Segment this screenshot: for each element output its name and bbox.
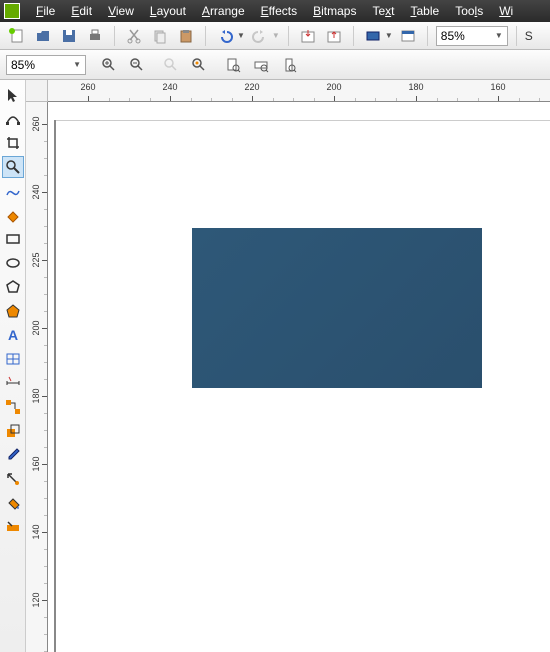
ruler-horizontal[interactable]: 260240220200180160140 xyxy=(48,80,550,102)
undo-button[interactable] xyxy=(214,25,236,47)
open-button[interactable] xyxy=(32,25,54,47)
interactive-fill-tool[interactable] xyxy=(2,516,24,538)
main-toolbar: ▼ ▼ ▼ 85% ▼ S xyxy=(0,22,550,50)
save-button[interactable] xyxy=(58,25,80,47)
zoom-level-combo[interactable]: 85% ▼ xyxy=(436,26,508,46)
connector-tool[interactable] xyxy=(2,396,24,418)
zoom-level-caret-icon-2: ▼ xyxy=(73,60,81,69)
zoom-level-combo-2[interactable]: 85% ▼ xyxy=(6,55,86,75)
zoom-page-button[interactable] xyxy=(222,54,244,76)
rectangle-tool[interactable] xyxy=(2,228,24,250)
crop-tool[interactable] xyxy=(2,132,24,154)
menu-wi[interactable]: Wi xyxy=(491,2,521,20)
zoom-out-button[interactable] xyxy=(126,54,148,76)
freehand-tool[interactable] xyxy=(2,180,24,202)
text-tool[interactable]: A xyxy=(2,324,24,346)
zoom-level-caret-icon: ▼ xyxy=(495,31,503,40)
cut-button[interactable] xyxy=(123,25,145,47)
paste-button[interactable] xyxy=(175,25,197,47)
property-bar: 85% ▼ xyxy=(0,50,550,80)
menu-bitmaps[interactable]: Bitmaps xyxy=(305,2,364,20)
rectangle-shape[interactable] xyxy=(192,228,482,388)
redo-button[interactable] xyxy=(249,25,271,47)
import-button[interactable] xyxy=(297,25,319,47)
zoom-tool[interactable] xyxy=(2,156,24,178)
app-logo-icon xyxy=(4,3,20,19)
menu-table[interactable]: Table xyxy=(403,2,448,20)
toolbar-extra-label: S xyxy=(525,29,533,43)
ruler-vertical[interactable]: 260240225200180160140120 xyxy=(26,102,48,652)
menu-layout[interactable]: Layout xyxy=(142,2,194,20)
zoom-selection-button[interactable] xyxy=(160,54,182,76)
effects-tool[interactable] xyxy=(2,420,24,442)
zoom-page-width-button[interactable] xyxy=(250,54,272,76)
menu-arrange[interactable]: Arrange xyxy=(194,2,253,20)
canvas[interactable] xyxy=(48,102,550,652)
menu-bar: FileEditViewLayoutArrangeEffectsBitmapsT… xyxy=(0,0,550,22)
menu-text[interactable]: Text xyxy=(364,2,402,20)
menu-view[interactable]: View xyxy=(100,2,142,20)
workspace: 260240220200180160140 260240225200180160… xyxy=(26,80,550,652)
menu-tools[interactable]: Tools xyxy=(447,2,491,20)
toolbox: A xyxy=(0,80,26,652)
shape-tool[interactable] xyxy=(2,108,24,130)
basic-shapes-tool[interactable] xyxy=(2,300,24,322)
smart-fill-tool[interactable] xyxy=(2,204,24,226)
zoom-level-value-2: 85% xyxy=(11,58,35,72)
table-tool[interactable] xyxy=(2,348,24,370)
export-button[interactable] xyxy=(323,25,345,47)
eyedropper-tool[interactable] xyxy=(2,444,24,466)
zoom-in-button[interactable] xyxy=(98,54,120,76)
ruler-corner xyxy=(26,80,48,102)
zoom-page-height-button[interactable] xyxy=(278,54,300,76)
undo-dropdown-icon[interactable]: ▼ xyxy=(237,31,245,40)
app-launcher-button[interactable] xyxy=(362,25,384,47)
print-button[interactable] xyxy=(84,25,106,47)
launcher-dropdown-icon[interactable]: ▼ xyxy=(385,31,393,40)
menu-effects[interactable]: Effects xyxy=(253,2,305,20)
outline-tool[interactable] xyxy=(2,468,24,490)
ellipse-tool[interactable] xyxy=(2,252,24,274)
menu-edit[interactable]: Edit xyxy=(63,2,100,20)
content-area: A 260240220200180160140 2602402252001801… xyxy=(0,80,550,652)
welcome-button[interactable] xyxy=(397,25,419,47)
redo-dropdown-icon[interactable]: ▼ xyxy=(272,31,280,40)
zoom-all-button[interactable] xyxy=(188,54,210,76)
zoom-level-value: 85% xyxy=(441,29,465,43)
polygon-tool[interactable] xyxy=(2,276,24,298)
dimension-tool[interactable] xyxy=(2,372,24,394)
menu-file[interactable]: File xyxy=(28,2,63,20)
svg-text:A: A xyxy=(8,327,18,343)
pick-tool[interactable] xyxy=(2,84,24,106)
fill-tool[interactable] xyxy=(2,492,24,514)
new-button[interactable] xyxy=(6,25,28,47)
copy-button[interactable] xyxy=(149,25,171,47)
